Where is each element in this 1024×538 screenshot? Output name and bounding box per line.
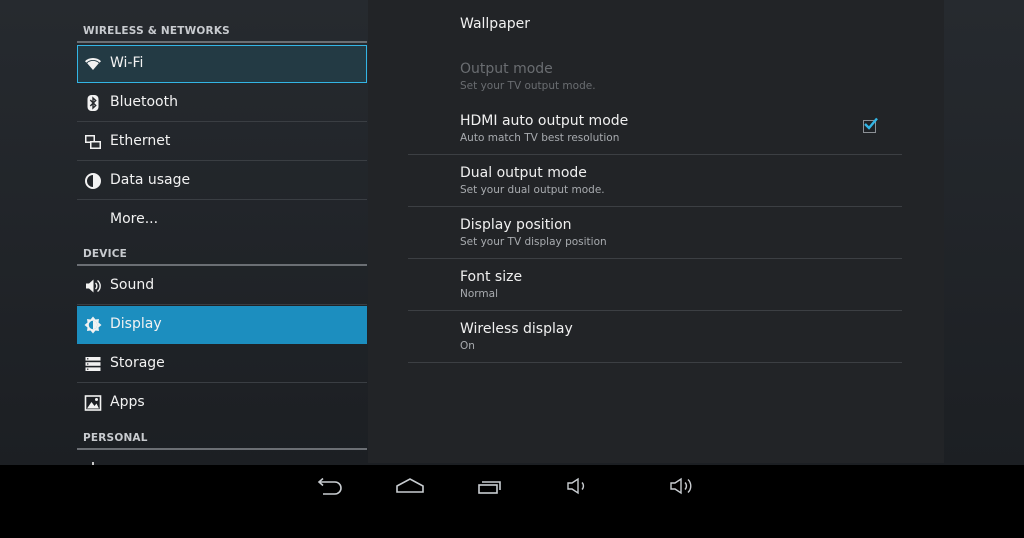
back-button[interactable]: [309, 473, 349, 501]
pref-wireless-display-title: Wireless display: [460, 321, 573, 337]
pref-wallpaper-title: Wallpaper: [460, 16, 531, 32]
bluetooth-icon: [87, 95, 99, 111]
volume-up-icon: [670, 477, 692, 495]
recent-apps-icon: [478, 481, 501, 494]
sidebar-item-ethernet-label: Ethernet: [110, 133, 171, 149]
section-header-personal-label: PERSONAL: [83, 432, 148, 444]
back-icon: [317, 477, 342, 495]
settings-header-list[interactable]: WIRELESS & NETWORKS Wi-Fi Bluetooth Ethe…: [77, 0, 367, 465]
pref-output-mode[interactable]: Output mode Set your TV output mode.: [408, 50, 902, 102]
pref-font-size[interactable]: Font size Normal: [408, 259, 902, 311]
sidebar-item-more-label: More...: [110, 211, 159, 227]
section-divider: [77, 41, 367, 43]
pref-hdmi-auto-output[interactable]: HDMI auto output mode Auto match TV best…: [408, 103, 902, 155]
sidebar-item-apps-label: Apps: [110, 394, 145, 410]
pref-wireless-display[interactable]: Wireless display On: [408, 311, 902, 363]
sidebar-item-cutoff[interactable]: [77, 451, 367, 465]
recent-apps-button[interactable]: [470, 473, 510, 501]
pref-hdmi-auto-output-summary: Auto match TV best resolution: [460, 132, 620, 144]
sidebar-item-ethernet[interactable]: Ethernet: [77, 123, 367, 161]
sidebar-item-wifi-label: Wi-Fi: [110, 55, 144, 71]
display-settings-pane: Wallpaper Output mode Set your TV output…: [368, 0, 944, 463]
sidebar-item-storage-label: Storage: [110, 355, 165, 371]
sidebar-item-bluetooth-label: Bluetooth: [110, 94, 178, 110]
sidebar-item-data-usage-label: Data usage: [110, 172, 191, 188]
speaker-icon: [86, 279, 101, 293]
wifi-icon: [85, 57, 101, 70]
pref-wireless-display-summary: On: [460, 340, 475, 352]
hdmi-auto-checkbox[interactable]: [863, 117, 878, 133]
pref-hdmi-auto-output-title: HDMI auto output mode: [460, 113, 629, 129]
section-header-wireless-label: WIRELESS & NETWORKS: [83, 25, 230, 37]
settings-screen: WIRELESS & NETWORKS Wi-Fi Bluetooth Ethe…: [0, 0, 1024, 465]
sidebar-item-more[interactable]: More...: [77, 201, 367, 239]
pref-output-mode-summary: Set your TV output mode.: [460, 80, 596, 92]
pref-dual-output[interactable]: Dual output mode Set your dual output mo…: [408, 155, 902, 207]
data-usage-icon: [85, 173, 101, 189]
brightness-icon: [84, 316, 102, 334]
volume-down-button[interactable]: [560, 473, 600, 501]
section-header-personal: PERSONAL: [77, 423, 367, 450]
system-navigation-bar: [0, 465, 1024, 538]
sidebar-item-bluetooth[interactable]: Bluetooth: [77, 84, 367, 122]
volume-down-icon: [567, 477, 585, 495]
ethernet-icon: [85, 135, 101, 149]
sidebar-item-wifi[interactable]: Wi-Fi: [77, 45, 367, 83]
pref-output-mode-title: Output mode: [460, 61, 553, 77]
pref-dual-output-summary: Set your dual output mode.: [460, 184, 605, 196]
sidebar-item-sound[interactable]: Sound: [77, 267, 367, 305]
pref-wallpaper[interactable]: Wallpaper: [408, 0, 902, 48]
sidebar-item-data-usage[interactable]: Data usage: [77, 162, 367, 200]
section-divider: [77, 448, 367, 450]
checkmark-icon: [864, 117, 878, 130]
pref-font-size-title: Font size: [460, 269, 523, 285]
sidebar-item-display[interactable]: Display: [77, 306, 367, 344]
volume-up-button[interactable]: [665, 473, 705, 501]
section-divider: [77, 264, 367, 266]
home-icon: [396, 478, 424, 493]
sidebar-item-display-label: Display: [110, 316, 162, 332]
sidebar-item-storage[interactable]: Storage: [77, 345, 367, 383]
section-header-device: DEVICE: [77, 239, 367, 266]
sidebar-item-apps[interactable]: Apps: [77, 384, 367, 422]
pref-display-position[interactable]: Display position Set your TV display pos…: [408, 207, 902, 259]
storage-icon: [85, 357, 101, 371]
apps-icon: [84, 395, 102, 411]
home-button[interactable]: [390, 473, 430, 501]
pref-dual-output-title: Dual output mode: [460, 165, 587, 181]
pref-display-position-title: Display position: [460, 217, 572, 233]
pref-display-position-summary: Set your TV display position: [460, 236, 607, 248]
section-header-wireless: WIRELESS & NETWORKS: [77, 0, 367, 43]
section-header-device-label: DEVICE: [83, 248, 127, 260]
pref-font-size-summary: Normal: [460, 288, 498, 300]
sidebar-item-sound-label: Sound: [110, 277, 155, 293]
